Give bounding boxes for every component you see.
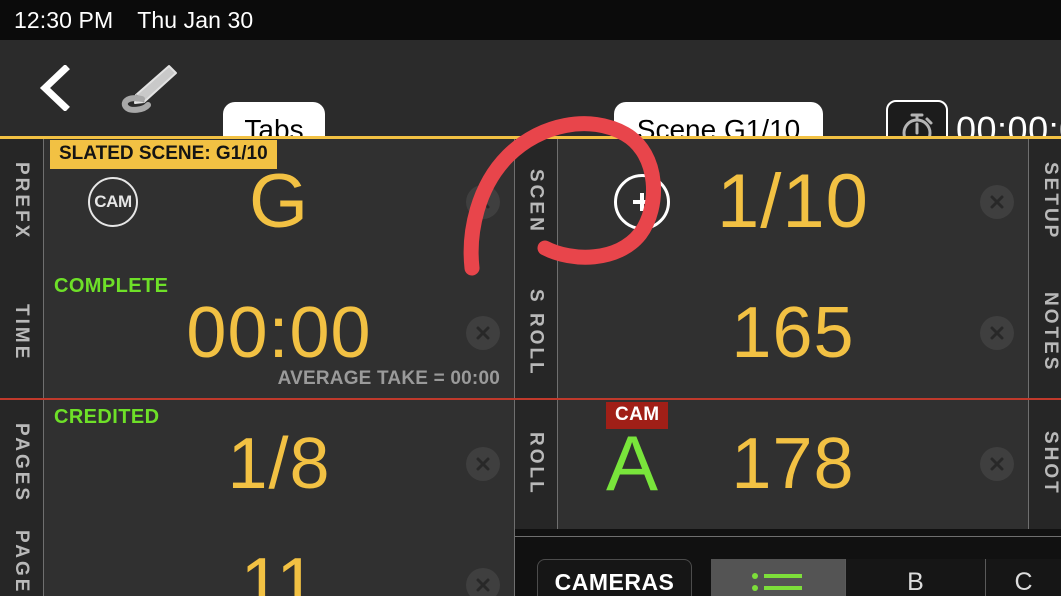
- rail-page[interactable]: PAGE: [0, 529, 44, 596]
- average-take-note: AVERAGE TAKE = 00:00: [277, 368, 500, 389]
- rail-pages-label: PAGES: [11, 423, 32, 504]
- clear-roll-button[interactable]: [980, 446, 1014, 481]
- rail-sroll-label: S ROLL: [525, 288, 547, 377]
- row-divider-red: [0, 398, 1061, 400]
- status-date: Thu Jan 30: [137, 6, 254, 33]
- clear-pages-button[interactable]: [466, 446, 500, 481]
- chevron-left-icon: [39, 65, 70, 111]
- row-pages-roll: PAGES CREDITED 1/8 ROLL CAM A 178 SHOT: [0, 398, 1061, 529]
- pages-status-label: CREDITED: [54, 406, 160, 428]
- cell-time[interactable]: COMPLETE 00:00 AVERAGE TAKE = 00:00: [44, 267, 514, 398]
- row-prefix-scene: PREFX SLATED SCENE: G1/10 CAM G SCEN 1/1…: [0, 136, 1061, 267]
- rail-roll[interactable]: ROLL: [514, 398, 558, 529]
- rail-pages[interactable]: PAGES: [0, 398, 44, 529]
- grid-top-accent-line: [0, 136, 1061, 139]
- cameras-button[interactable]: CAMERAS: [537, 559, 692, 596]
- rail-roll-label: ROLL: [525, 431, 547, 496]
- rail-time[interactable]: TIME: [0, 267, 44, 398]
- pencil-annotate-icon: [121, 65, 177, 113]
- segment-c-label: C: [1014, 567, 1033, 596]
- top-toolbar: Tabs Scene G1/10 00:00:01: [0, 40, 1061, 160]
- clear-circle-icon: [476, 326, 490, 339]
- clear-scene-button[interactable]: [980, 184, 1014, 219]
- cell-roll[interactable]: CAM A 178: [558, 398, 1028, 529]
- sroll-value: 165: [731, 292, 855, 373]
- rail-page-label: PAGE: [11, 530, 32, 595]
- rail-time-label: TIME: [11, 303, 32, 362]
- prefix-value: G: [248, 158, 310, 244]
- add-scene-button[interactable]: [614, 173, 670, 230]
- annotate-button[interactable]: [118, 62, 180, 114]
- segment-list-button[interactable]: [711, 559, 845, 596]
- list-icon: [752, 573, 802, 591]
- clear-sroll-button[interactable]: [980, 315, 1014, 350]
- clear-page-button[interactable]: [466, 568, 500, 596]
- clear-circle-icon: [476, 457, 490, 470]
- cell-page[interactable]: 11: [44, 529, 514, 596]
- rail-prefx[interactable]: PREFX: [0, 136, 44, 267]
- cell-prefix[interactable]: SLATED SCENE: G1/10 CAM G: [44, 136, 514, 267]
- row-time-sroll: TIME COMPLETE 00:00 AVERAGE TAKE = 00:00…: [0, 267, 1061, 398]
- rail-scene[interactable]: SCEN: [514, 136, 558, 267]
- rail-sroll[interactable]: S ROLL: [514, 267, 558, 398]
- slate-grid: PREFX SLATED SCENE: G1/10 CAM G SCEN 1/1…: [0, 136, 1061, 596]
- clear-circle-icon: [476, 578, 490, 592]
- rail-notes[interactable]: NOTES: [1028, 267, 1061, 398]
- clear-time-button[interactable]: [466, 315, 500, 350]
- plus-circle-icon: [633, 192, 651, 211]
- clear-circle-icon: [476, 195, 490, 208]
- cell-sroll[interactable]: 165: [558, 267, 1028, 398]
- slated-scene-banner: SLATED SCENE: G1/10: [50, 140, 277, 169]
- pages-value: 1/8: [227, 423, 331, 504]
- rail-setup[interactable]: SETUP: [1028, 136, 1061, 267]
- cell-pages[interactable]: CREDITED 1/8: [44, 398, 514, 529]
- status-time: 12:30 PM: [14, 6, 114, 33]
- time-value: 00:00: [186, 292, 372, 373]
- clear-circle-icon: [990, 457, 1004, 470]
- rail-shot-label: SHOT: [1040, 431, 1061, 496]
- back-button[interactable]: [30, 64, 78, 112]
- segment-b-button[interactable]: B: [845, 559, 985, 596]
- rail-setup-label: SETUP: [1040, 162, 1061, 241]
- roll-letter: A: [606, 419, 659, 507]
- scene-value: 1/10: [717, 158, 869, 244]
- cell-scene[interactable]: 1/10: [558, 136, 1028, 267]
- rail-scene-label: SCEN: [525, 169, 547, 234]
- clear-circle-icon: [990, 195, 1004, 208]
- segment-b-label: B: [907, 567, 924, 596]
- cam-badge-icon[interactable]: CAM: [88, 176, 138, 227]
- rail-prefx-label: PREFX: [11, 162, 32, 241]
- clear-prefix-button[interactable]: [466, 184, 500, 219]
- bottom-toolbar: CAMERAS B C: [515, 536, 1061, 596]
- app-screen: 12:30 PM Thu Jan 30 Tabs Scene G1/10 00:…: [0, 0, 1061, 596]
- cameras-button-label: CAMERAS: [554, 568, 675, 595]
- rail-notes-label: NOTES: [1040, 292, 1061, 373]
- status-bar: 12:30 PM Thu Jan 30: [0, 0, 1061, 40]
- roll-value: 178: [731, 423, 855, 504]
- time-status-label: COMPLETE: [54, 275, 169, 297]
- page-value: 11: [240, 544, 318, 596]
- segment-c-button[interactable]: C: [985, 559, 1061, 596]
- clear-circle-icon: [990, 326, 1004, 339]
- rail-shot[interactable]: SHOT: [1028, 398, 1061, 529]
